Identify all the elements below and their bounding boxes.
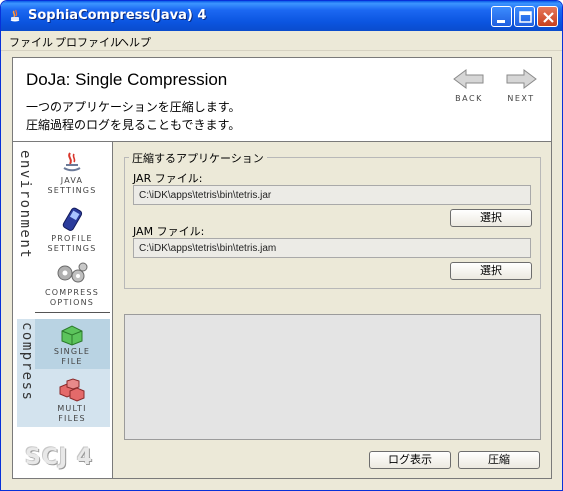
page-description-line-2: 圧縮過程のログを見ることもできます。 [26,118,241,132]
content-panel: 圧縮するアプリケーション JAR ファイル: C:\iDK\apps\tetri… [113,142,552,479]
close-icon [543,12,554,23]
mobile-phone-icon [62,207,83,231]
app-window: SophiaCompress(Java) 4 ファイル プロファイル ヘルプ D… [0,0,563,491]
sidebar-item-java-settings[interactable]: JAVA SETTINGS [40,150,104,196]
environment-section-label: environment [17,150,33,260]
compress-options-label-2: OPTIONS [49,298,95,307]
sidebar-item-compress-options[interactable]: COMPRESS OPTIONS [40,260,104,308]
multi-files-label-1: MULTI [57,404,87,413]
maximize-button[interactable] [514,6,535,27]
java-settings-label-1: JAVA [60,176,84,185]
log-output-area[interactable] [124,314,541,440]
single-file-icon [61,325,83,346]
title-bar[interactable]: SophiaCompress(Java) 4 [1,1,562,31]
sidebar-item-multi-files[interactable]: MULTI FILES [40,378,104,424]
multi-files-icon [59,378,85,402]
java-app-icon [7,8,23,24]
sidebar-item-profile-settings[interactable]: PROFILE SETTINGS [40,206,104,254]
sidebar-item-single-file[interactable]: SINGLE FILE [40,323,104,367]
jam-file-label: JAM ファイル: [133,225,205,238]
java-icon [63,152,81,172]
group-title: 圧縮するアプリケーション [129,150,267,166]
jam-file-field[interactable]: C:\iDK\apps\tetris\bin\tetris.jam [133,238,531,258]
target-application-group: 圧縮するアプリケーション JAR ファイル: C:\iDK\apps\tetri… [124,150,541,289]
maximize-icon [519,11,532,23]
section-divider [35,312,110,313]
header-panel: DoJa: Single Compression 一つのアプリケーションを圧縮し… [12,57,552,142]
scj-logo: SCJ 4 [25,445,94,470]
page-title: DoJa: Single Compression [26,70,228,89]
back-arrow-icon [453,69,484,89]
profile-settings-label-2: SETTINGS [47,244,97,253]
compress-section-label: compress [19,322,35,402]
jar-select-button[interactable]: 選択 [450,209,532,227]
menu-bar: ファイル プロファイル ヘルプ [1,31,562,51]
sidebar: environment JAVA SETTINGS PROFILE SETTIN… [12,142,113,479]
window-title: SophiaCompress(Java) 4 [28,8,207,23]
next-button[interactable]: NEXT [501,66,541,110]
back-label: BACK [455,94,483,103]
menu-profile[interactable]: プロファイル [55,34,121,50]
minimize-button[interactable] [491,6,512,27]
next-arrow-icon [506,69,537,89]
compress-options-label-1: COMPRESS [45,288,99,297]
jar-file-label: JAR ファイル: [133,172,203,185]
gears-icon [57,262,88,283]
single-file-label-2: FILE [61,357,83,366]
java-settings-label-2: SETTINGS [47,186,97,195]
profile-settings-label-1: PROFILE [51,234,93,243]
minimize-icon [497,20,505,23]
jar-file-field[interactable]: C:\iDK\apps\tetris\bin\tetris.jar [133,185,531,205]
next-label: NEXT [507,94,535,103]
close-button[interactable] [537,6,558,27]
menu-file[interactable]: ファイル [9,34,53,50]
back-button[interactable]: BACK [449,66,489,110]
show-log-button[interactable]: ログ表示 [369,451,451,469]
compress-button[interactable]: 圧縮 [458,451,540,469]
single-file-label-1: SINGLE [53,347,91,356]
page-description-line-1: 一つのアプリケーションを圧縮します。 [26,100,241,114]
jam-select-button[interactable]: 選択 [450,262,532,280]
menu-help[interactable]: ヘルプ [118,34,151,50]
multi-files-label-2: FILES [58,414,86,423]
